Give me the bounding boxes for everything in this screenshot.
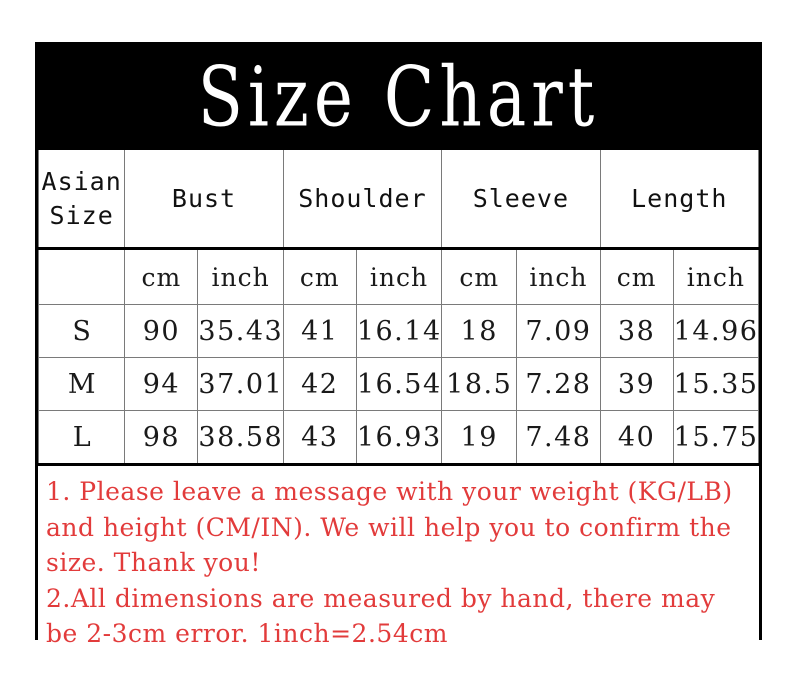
units-cell-length-inch: inch [672, 248, 760, 305]
size-table: Asian Size Bust Shoulder Sleeve Length c… [37, 150, 760, 466]
value-bust-cm: 98 [142, 421, 181, 453]
value-shoulder-cm: 41 [301, 315, 339, 347]
cell-bust-cm: 90 [124, 304, 199, 358]
cell-shoulder-inch: 16.14 [355, 304, 443, 358]
cell-shoulder-cm: 42 [282, 357, 357, 411]
header-cell-length: Length [599, 150, 760, 250]
value-length-cm: 40 [617, 421, 656, 453]
units-label-length-inch: inch [686, 262, 745, 292]
value-shoulder-inch: 16.93 [356, 421, 442, 453]
header-label-shoulder: Shoulder [298, 183, 427, 213]
cell-bust-inch: 38.58 [197, 410, 284, 466]
units-label-shoulder-cm: cm [299, 262, 340, 292]
value-shoulder-inch: 16.14 [356, 315, 442, 347]
cell-bust-inch: 37.01 [197, 357, 284, 411]
header-cell-asian-size: Asian Size [37, 150, 126, 250]
header-label-asian-size: Asian Size [41, 166, 122, 230]
table-row: L 98 38.58 43 16.93 19 7.48 40 15.75 [37, 410, 760, 466]
cell-shoulder-inch: 16.54 [355, 357, 443, 411]
units-cell-length-cm: cm [599, 248, 674, 305]
cell-shoulder-cm: 43 [282, 410, 357, 466]
note-1: 1. Please leave a message with your weig… [46, 477, 742, 577]
cell-length-inch: 15.35 [672, 357, 760, 411]
value-bust-inch: 37.01 [198, 368, 284, 400]
title-band: Size Chart [38, 45, 759, 150]
units-cell-bust-cm: cm [124, 248, 199, 305]
value-sleeve-cm: 18.5 [446, 368, 513, 400]
units-label-bust-inch: inch [211, 262, 270, 292]
value-sleeve-inch: 7.28 [525, 368, 592, 400]
cell-length-cm: 39 [599, 357, 674, 411]
units-label-bust-cm: cm [141, 262, 182, 292]
units-label-length-cm: cm [616, 262, 657, 292]
value-bust-cm: 90 [142, 315, 181, 347]
units-cell-sleeve-cm: cm [441, 248, 518, 305]
value-length-inch: 15.75 [673, 421, 759, 453]
cell-shoulder-cm: 41 [282, 304, 357, 358]
value-shoulder-cm: 42 [301, 368, 339, 400]
value-shoulder-inch: 16.54 [356, 368, 442, 400]
cell-sleeve-cm: 19 [441, 410, 518, 466]
note-2: 2.All dimensions are measured by hand, t… [46, 583, 724, 649]
table-row: S 90 35.43 41 16.14 18 7.09 38 14.96 [37, 304, 760, 358]
cell-shoulder-inch: 16.93 [355, 410, 443, 466]
cell-size: M [37, 357, 126, 411]
value-length-inch: 14.96 [673, 315, 759, 347]
value-bust-inch: 35.43 [198, 315, 284, 347]
cell-size: L [37, 410, 126, 466]
page-title: Size Chart [197, 48, 600, 145]
value-bust-inch: 38.58 [198, 421, 284, 453]
units-label-sleeve-cm: cm [459, 262, 500, 292]
value-length-cm: 38 [617, 315, 656, 347]
cell-sleeve-cm: 18 [441, 304, 518, 358]
units-label-sleeve-inch: inch [529, 262, 588, 292]
cell-sleeve-inch: 7.48 [516, 410, 601, 466]
cell-length-cm: 38 [599, 304, 674, 358]
cell-bust-cm: 94 [124, 357, 199, 411]
value-sleeve-inch: 7.48 [525, 421, 592, 453]
units-row: cm inch cm inch cm inch cm inch [37, 248, 760, 305]
size-chart: Size Chart Asian Size Bust Shoulder Slee… [35, 42, 762, 658]
value-length-cm: 39 [617, 368, 656, 400]
units-cell-bust-inch: inch [197, 248, 284, 305]
value-length-inch: 15.35 [673, 368, 759, 400]
notes-section: 1. Please leave a message with your weig… [38, 466, 759, 658]
cell-bust-inch: 35.43 [197, 304, 284, 358]
units-cell-shoulder-inch: inch [355, 248, 443, 305]
units-cell-sleeve-inch: inch [516, 248, 601, 305]
value-size: L [72, 421, 91, 453]
header-label-length: Length [631, 183, 728, 213]
value-bust-cm: 94 [142, 368, 181, 400]
cell-sleeve-inch: 7.09 [516, 304, 601, 358]
cell-length-cm: 40 [599, 410, 674, 466]
cell-bust-cm: 98 [124, 410, 199, 466]
header-cell-sleeve: Sleeve [441, 150, 601, 250]
header-cell-bust: Bust [124, 150, 284, 250]
units-cell-blank [37, 248, 126, 305]
cell-length-inch: 15.75 [672, 410, 760, 466]
header-label-sleeve: Sleeve [472, 183, 569, 213]
value-shoulder-cm: 43 [301, 421, 339, 453]
units-cell-shoulder-cm: cm [282, 248, 357, 305]
cell-length-inch: 14.96 [672, 304, 760, 358]
cell-sleeve-inch: 7.28 [516, 357, 601, 411]
header-label-bust: Bust [171, 183, 237, 213]
cell-sleeve-cm: 18.5 [441, 357, 518, 411]
value-size: M [67, 368, 96, 400]
table-header-row: Asian Size Bust Shoulder Sleeve Length [37, 150, 760, 250]
table-row: M 94 37.01 42 16.54 18.5 7.28 39 15.35 [37, 357, 760, 411]
value-sleeve-cm: 19 [460, 421, 498, 453]
value-sleeve-inch: 7.09 [525, 315, 592, 347]
units-label-shoulder-inch: inch [369, 262, 429, 292]
value-sleeve-cm: 18 [460, 315, 498, 347]
value-size: S [72, 315, 91, 347]
header-cell-shoulder: Shoulder [282, 150, 443, 250]
cell-size: S [37, 304, 126, 358]
